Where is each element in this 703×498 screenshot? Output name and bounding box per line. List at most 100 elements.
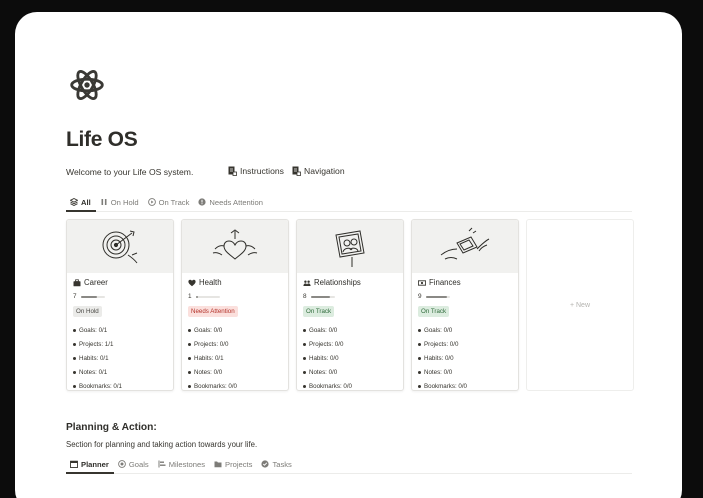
list-item: Bookmarks: 0/0 xyxy=(418,379,467,390)
welcome-text: Welcome to your Life OS system. xyxy=(66,167,194,177)
progress-fill xyxy=(80,295,98,298)
target-icon xyxy=(118,460,126,468)
notion-window: Life OS Welcome to your Life OS system. … xyxy=(15,12,682,498)
tab-goals[interactable]: Goals xyxy=(114,456,154,472)
card-stats: Goals: 0/0 Projects: 0/0 Habits: 0/1 Not… xyxy=(188,324,237,390)
card-name: Finances xyxy=(429,278,461,287)
atom-icon xyxy=(70,69,104,101)
progress-bar xyxy=(425,295,450,298)
tab-planner[interactable]: Planner xyxy=(66,456,114,474)
list-item: Notes: 0/0 xyxy=(188,365,237,379)
card-stats: Goals: 0/0 Projects: 0/0 Habits: 0/0 Not… xyxy=(303,324,352,390)
card-cover xyxy=(182,220,288,273)
navigation-link[interactable]: Navigation xyxy=(291,166,345,176)
progress-fill xyxy=(195,295,198,298)
money-icon xyxy=(418,279,426,286)
list-item: Habits: 0/0 xyxy=(418,352,467,366)
list-item: Goals: 0/1 xyxy=(73,324,122,338)
progress-bar xyxy=(80,295,105,298)
section-subtitle: Section for planning and taking action t… xyxy=(66,440,258,449)
card-title: Relationships xyxy=(303,278,361,287)
card-count: 8 xyxy=(303,293,335,300)
tab-label: On Track xyxy=(158,197,190,207)
card-title: Finances xyxy=(418,278,461,287)
progress-fill xyxy=(425,295,448,298)
money-hands-illustration-icon xyxy=(440,227,490,259)
tab-label: Milestones xyxy=(168,459,205,469)
play-circle-icon xyxy=(147,198,156,206)
briefcase-icon xyxy=(73,278,81,286)
progress-bar xyxy=(195,295,220,298)
list-item: Goals: 0/0 xyxy=(188,324,237,338)
document-icon xyxy=(228,166,237,176)
card-name: Career xyxy=(84,278,108,287)
card-stats: Goals: 0/0 Projects: 0/0 Habits: 0/0 Not… xyxy=(418,324,467,390)
navigation-label: Navigation xyxy=(304,166,345,176)
tab-on-hold[interactable]: On Hold xyxy=(96,194,144,210)
count-value: 8 xyxy=(303,293,307,300)
list-item: Projects: 0/0 xyxy=(418,338,467,352)
status-badge: On Track xyxy=(303,306,335,317)
list-item: Goals: 0/0 xyxy=(418,324,467,338)
people-icon xyxy=(303,280,311,286)
status-badge: On Hold xyxy=(73,306,102,317)
section-title: Planning & Action: xyxy=(66,422,157,433)
layers-icon xyxy=(70,198,78,206)
card-relationships[interactable]: Relationships 8 On Track Goals: 0/0 Proj… xyxy=(296,219,404,391)
card-title: Health xyxy=(188,278,222,287)
timeline-icon xyxy=(158,460,166,468)
card-finances[interactable]: Finances 9 On Track Goals: 0/0 Projects:… xyxy=(411,219,519,391)
card-cover xyxy=(67,220,173,273)
status-badge: Needs Attention xyxy=(188,306,238,317)
tab-tasks[interactable]: Tasks xyxy=(257,456,296,472)
list-item: Bookmarks: 0/0 xyxy=(188,379,237,390)
tab-label: Goals xyxy=(128,459,149,469)
photo-frame-illustration-icon xyxy=(335,229,365,267)
tab-label: Projects xyxy=(225,459,253,469)
tab-label: On Hold xyxy=(110,197,139,207)
target-illustration-icon xyxy=(102,230,138,263)
instructions-link[interactable]: Instructions xyxy=(227,166,284,176)
count-value: 7 xyxy=(73,293,77,300)
page-title: Life OS xyxy=(66,128,138,151)
card-cover xyxy=(412,220,518,273)
list-item: Habits: 0/1 xyxy=(73,352,122,366)
count-value: 1 xyxy=(188,293,192,300)
planning-view-tabs: Planner Goals Milestones Projects Tasks xyxy=(66,456,632,474)
list-item: Notes: 0/0 xyxy=(303,365,352,379)
tab-label: Tasks xyxy=(272,459,292,469)
tab-milestones[interactable]: Milestones xyxy=(154,456,210,472)
list-item: Habits: 0/1 xyxy=(188,352,237,366)
tab-on-track[interactable]: On Track xyxy=(144,194,195,210)
list-item: Goals: 0/0 xyxy=(303,324,352,338)
list-item: Notes: 0/1 xyxy=(73,365,122,379)
new-card-button[interactable]: + New xyxy=(526,219,634,391)
tab-label: All xyxy=(81,197,91,207)
document-icon xyxy=(292,166,301,176)
card-count: 9 xyxy=(418,293,450,300)
status-badge: On Track xyxy=(418,306,450,317)
heart-icon xyxy=(188,279,196,286)
heart-hands-illustration-icon xyxy=(212,228,258,260)
list-item: Bookmarks: 0/0 xyxy=(303,379,352,390)
card-health[interactable]: Health 1 Needs Attention Goals: 0/0 Proj… xyxy=(181,219,289,391)
card-stats: Goals: 0/1 Projects: 1/1 Habits: 0/1 Not… xyxy=(73,324,122,390)
list-item: Notes: 0/0 xyxy=(418,365,467,379)
card-name: Relationships xyxy=(314,278,361,287)
pause-icon xyxy=(101,199,107,205)
tab-projects[interactable]: Projects xyxy=(210,456,257,472)
check-circle-icon xyxy=(261,460,270,468)
card-career[interactable]: Career 7 On Hold Goals: 0/1 Projects: 1/… xyxy=(66,219,174,391)
list-item: Projects: 0/0 xyxy=(303,338,352,352)
progress-bar xyxy=(310,295,335,298)
card-count: 7 xyxy=(73,293,105,300)
tab-needs-attention[interactable]: Needs Attention xyxy=(194,194,268,210)
list-item: Projects: 1/1 xyxy=(73,338,122,352)
folder-icon xyxy=(214,461,222,468)
card-count: 1 xyxy=(188,293,220,300)
alert-icon xyxy=(198,198,206,206)
card-title: Career xyxy=(73,278,108,287)
card-cover xyxy=(297,220,403,273)
tab-all[interactable]: All xyxy=(66,194,96,212)
calendar-icon xyxy=(70,460,78,468)
